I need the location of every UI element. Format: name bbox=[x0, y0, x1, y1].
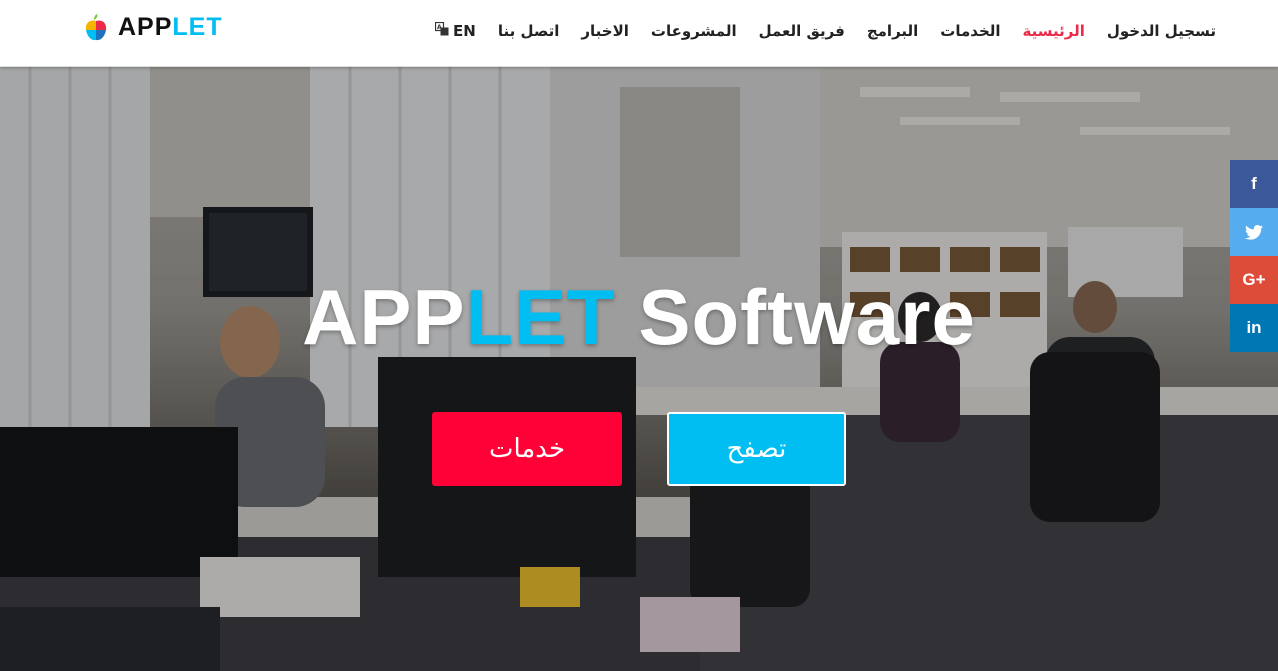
site-header: APPLET تسجيل الدخول الرئيسية الخدمات الب… bbox=[0, 0, 1278, 67]
nav-team[interactable]: فريق العمل bbox=[759, 22, 845, 40]
language-label: EN bbox=[453, 22, 476, 40]
hero-title-app: APP bbox=[302, 273, 466, 361]
logo-text: APPLET bbox=[118, 13, 223, 42]
main-nav: تسجيل الدخول الرئيسية الخدمات البرامج فر… bbox=[434, 21, 1216, 40]
hero-title: APPLET Software bbox=[0, 272, 1278, 363]
nav-programs[interactable]: البرامج bbox=[867, 22, 918, 40]
hero-title-software: Software bbox=[638, 273, 976, 361]
translate-icon: A bbox=[434, 21, 449, 40]
hero-overlay bbox=[0, 67, 1278, 671]
facebook-icon[interactable]: f bbox=[1230, 160, 1278, 208]
svg-text:A: A bbox=[437, 24, 442, 31]
hero-title-let: LET bbox=[465, 273, 616, 361]
browse-button[interactable]: تصفح bbox=[667, 412, 846, 486]
logo-text-let: LET bbox=[172, 12, 223, 41]
nav-home[interactable]: الرئيسية bbox=[1023, 22, 1085, 40]
language-switch[interactable]: A EN bbox=[434, 21, 476, 40]
linkedin-icon[interactable]: in bbox=[1230, 304, 1278, 352]
nav-login[interactable]: تسجيل الدخول bbox=[1107, 22, 1216, 40]
social-sidebar: f G+ in bbox=[1230, 160, 1278, 352]
logo[interactable]: APPLET bbox=[84, 12, 223, 42]
apple-logo-icon bbox=[84, 12, 108, 42]
nav-services[interactable]: الخدمات bbox=[940, 22, 1000, 40]
nav-projects[interactable]: المشروعات bbox=[651, 22, 737, 40]
googleplus-icon[interactable]: G+ bbox=[1230, 256, 1278, 304]
nav-news[interactable]: الاخبار bbox=[581, 22, 629, 40]
logo-text-app: APP bbox=[118, 12, 173, 41]
hero-section: APPLET Software خدمات تصفح bbox=[0, 67, 1278, 671]
nav-contact[interactable]: اتصل بنا bbox=[498, 22, 560, 40]
twitter-icon[interactable] bbox=[1230, 208, 1278, 256]
services-button[interactable]: خدمات bbox=[432, 412, 622, 486]
